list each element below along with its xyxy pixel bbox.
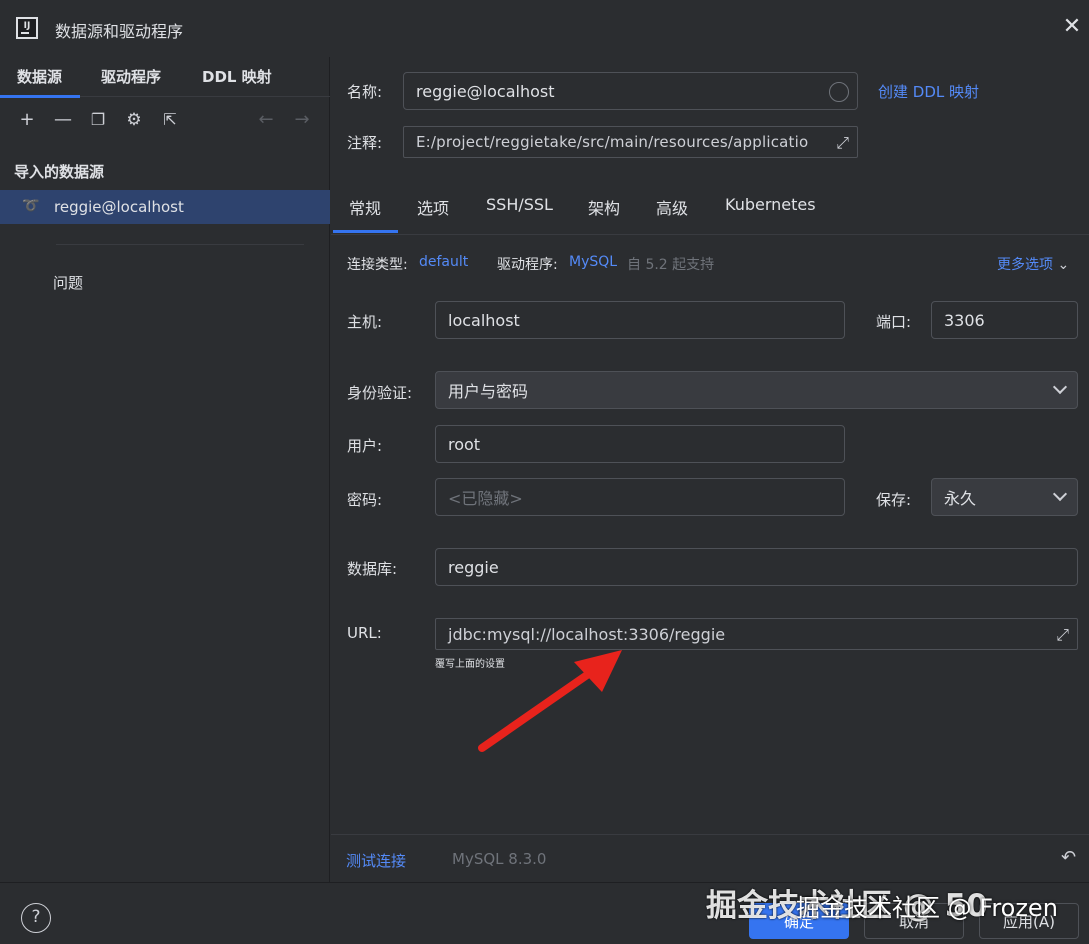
user-label: 用户: bbox=[347, 437, 383, 455]
port-input[interactable]: 3306 bbox=[931, 301, 1078, 339]
host-label: 主机: bbox=[347, 313, 383, 331]
more-options-link[interactable]: 更多选项 ⌄ bbox=[997, 254, 1069, 274]
right-panel: 名称: reggie@localhost 创建 DDL 映射 注释: E:/pr… bbox=[331, 57, 1089, 882]
datasource-label: reggie@localhost bbox=[54, 198, 184, 216]
forward-arrow-icon[interactable]: → bbox=[291, 109, 313, 131]
auth-value: 用户与密码 bbox=[448, 382, 529, 401]
gear-icon[interactable]: ⚙ bbox=[123, 109, 145, 131]
save-label: 保存: bbox=[876, 491, 912, 509]
auth-select[interactable]: 用户与密码 bbox=[435, 371, 1078, 409]
database-input[interactable]: reggie bbox=[435, 548, 1078, 586]
expand-icon[interactable]: ⤢ bbox=[1056, 625, 1069, 645]
name-label: 名称: bbox=[347, 83, 383, 101]
help-icon[interactable]: ? bbox=[21, 903, 51, 933]
create-ddl-mapping-link[interactable]: 创建 DDL 映射 bbox=[878, 81, 979, 102]
add-icon[interactable]: + bbox=[16, 109, 38, 131]
comment-field[interactable]: E:/project/reggietake/src/main/resources… bbox=[403, 126, 858, 158]
datasource-item[interactable]: ➰ reggie@localhost bbox=[0, 190, 330, 224]
chevron-down-icon bbox=[1052, 486, 1068, 502]
mysql-dolphin-icon: ➰ bbox=[22, 198, 40, 214]
tab-drivers[interactable]: 驱动程序 bbox=[101, 66, 161, 87]
window-title: 数据源和驱动程序 bbox=[55, 22, 184, 41]
driver-link[interactable]: MySQL bbox=[569, 254, 617, 270]
user-value: root bbox=[448, 434, 481, 454]
save-select[interactable]: 永久 bbox=[931, 478, 1078, 516]
conn-type-link[interactable]: default bbox=[419, 254, 468, 270]
database-label: 数据库: bbox=[347, 560, 398, 578]
divider bbox=[56, 244, 304, 245]
close-icon[interactable]: ✕ bbox=[1059, 14, 1085, 40]
save-value: 永久 bbox=[944, 489, 977, 508]
conn-type-label: 连接类型: bbox=[347, 257, 408, 273]
red-arrow-annotation bbox=[478, 650, 622, 752]
tab-ddl-mapping[interactable]: DDL 映射 bbox=[202, 66, 272, 87]
color-picker-icon[interactable] bbox=[829, 82, 849, 102]
issues-item[interactable]: 问题 bbox=[53, 272, 83, 293]
bottom-bar: 测试连接 MySQL 8.3.0 ↶ bbox=[331, 834, 1089, 882]
watermark-overlay: 掘金技术社区 @ Frozen bbox=[796, 894, 1058, 922]
user-input[interactable]: root bbox=[435, 425, 845, 463]
database-value: reggie bbox=[448, 557, 499, 577]
driver-label: 驱动程序: bbox=[497, 257, 558, 273]
left-tabs: 数据源 驱动程序 DDL 映射 bbox=[0, 57, 330, 98]
password-label: 密码: bbox=[347, 491, 383, 509]
title-bar: IJ 数据源和驱动程序 ✕ bbox=[0, 0, 1089, 57]
url-label: URL: bbox=[347, 624, 382, 642]
tab-ssh-ssl[interactable]: SSH/SSL bbox=[486, 195, 553, 214]
name-value: reggie@localhost bbox=[416, 81, 555, 101]
copy-icon[interactable]: ❐ bbox=[87, 109, 109, 131]
tab-advanced[interactable]: 高级 bbox=[656, 195, 688, 219]
chevron-down-icon: ⌄ bbox=[1057, 257, 1070, 273]
section-title: 导入的数据源 bbox=[14, 163, 105, 181]
name-field[interactable]: reggie@localhost bbox=[403, 72, 858, 110]
tab-options[interactable]: 选项 bbox=[417, 195, 449, 219]
port-value: 3306 bbox=[944, 310, 985, 330]
more-options-label: 更多选项 bbox=[997, 257, 1053, 273]
test-connection-link[interactable]: 测试连接 bbox=[346, 850, 406, 871]
tab-datasources[interactable]: 数据源 bbox=[0, 66, 81, 98]
comment-label: 注释: bbox=[347, 134, 383, 152]
tab-schemas[interactable]: 架构 bbox=[588, 195, 620, 219]
password-placeholder: <已隐藏> bbox=[448, 489, 523, 508]
export-icon[interactable]: ⇱ bbox=[159, 109, 181, 131]
back-arrow-icon[interactable]: ← bbox=[255, 109, 277, 131]
host-value: localhost bbox=[448, 310, 520, 330]
password-input[interactable]: <已隐藏> bbox=[435, 478, 845, 516]
mysql-version: MySQL 8.3.0 bbox=[452, 850, 547, 868]
chevron-down-icon bbox=[1052, 379, 1068, 395]
tab-kubernetes[interactable]: Kubernetes bbox=[725, 195, 816, 214]
comment-value: E:/project/reggietake/src/main/resources… bbox=[416, 133, 809, 151]
auth-label: 身份验证: bbox=[347, 384, 413, 402]
config-tabs: 常规 选项 SSH/SSL 架构 高级 Kubernetes bbox=[331, 185, 1089, 235]
host-input[interactable]: localhost bbox=[435, 301, 845, 339]
app-icon: IJ bbox=[16, 17, 38, 39]
port-label: 端口: bbox=[876, 313, 912, 331]
driver-note: 自 5.2 起支持 bbox=[627, 257, 715, 273]
remove-icon[interactable]: — bbox=[52, 109, 74, 131]
tab-general[interactable]: 常规 bbox=[332, 195, 399, 233]
expand-icon[interactable]: ⤢ bbox=[836, 133, 849, 153]
left-panel: 数据源 驱动程序 DDL 映射 + — ❐ ⚙ ⇱ ← → 导入的数据源 ➰ r… bbox=[0, 57, 330, 882]
revert-icon[interactable]: ↶ bbox=[1061, 847, 1076, 868]
